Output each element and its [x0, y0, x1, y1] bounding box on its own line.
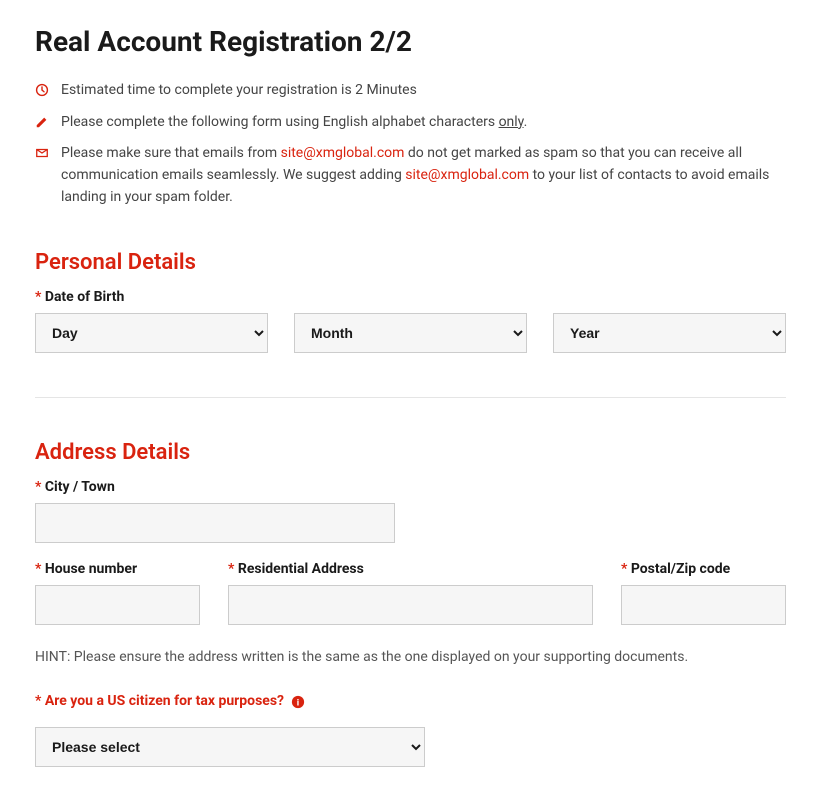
email-link-2[interactable]: site@xmglobal.com	[405, 167, 529, 183]
section-address-heading: Address Details	[35, 440, 786, 465]
dob-row: Day Month Year	[35, 313, 786, 353]
pencil-icon	[35, 115, 49, 129]
clock-icon	[35, 83, 49, 97]
address-hint: HINT: Please ensure the address written …	[35, 649, 786, 665]
postal-input[interactable]	[621, 585, 786, 625]
residential-input[interactable]	[228, 585, 593, 625]
dob-year-select[interactable]: Year	[553, 313, 786, 353]
email-link-1[interactable]: site@xmglobal.com	[281, 145, 405, 161]
us-citizen-select[interactable]: Please select	[35, 727, 425, 767]
notice-time-text: Estimated time to complete your registra…	[61, 80, 786, 102]
dob-month-select[interactable]: Month	[294, 313, 527, 353]
underline-only: only	[499, 114, 524, 130]
house-input[interactable]	[35, 585, 200, 625]
notice-time: Estimated time to complete your registra…	[35, 80, 786, 102]
dob-label: * Date of Birth	[35, 289, 786, 305]
house-label: * House number	[35, 561, 200, 577]
notice-email-text: Please make sure that emails from site@x…	[61, 143, 786, 208]
section-divider	[35, 397, 786, 398]
notice-english: Please complete the following form using…	[35, 112, 786, 134]
page-title: Real Account Registration 2/2	[35, 25, 786, 58]
city-input[interactable]	[35, 503, 395, 543]
notice-english-text: Please complete the following form using…	[61, 112, 786, 134]
city-label: * City / Town	[35, 479, 395, 495]
svg-text:i: i	[297, 697, 300, 708]
dob-day-select[interactable]: Day	[35, 313, 268, 353]
notice-email: Please make sure that emails from site@x…	[35, 143, 786, 208]
info-icon[interactable]: i	[291, 695, 305, 709]
residential-label: * Residential Address	[228, 561, 593, 577]
us-citizen-label: * Are you a US citizen for tax purposes?…	[35, 693, 786, 709]
section-personal-heading: Personal Details	[35, 250, 786, 275]
postal-label: * Postal/Zip code	[621, 561, 786, 577]
inbox-icon	[35, 146, 49, 160]
